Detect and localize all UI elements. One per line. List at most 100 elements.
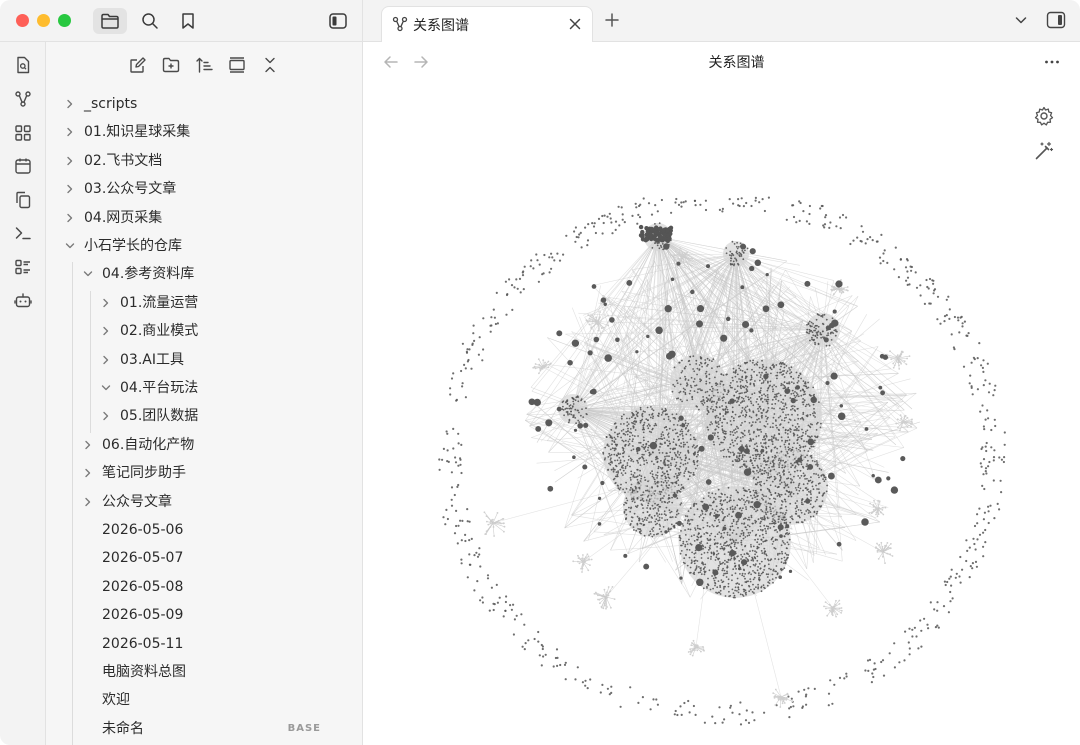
gear-icon[interactable] (1034, 106, 1054, 126)
collapse-all-icon (265, 57, 275, 73)
tab-graph[interactable]: 关系图谱 (381, 6, 593, 43)
tree-item-label: 小石学长的仓库 (84, 238, 182, 254)
maximize-window-button[interactable] (58, 14, 71, 27)
app-window: _scripts 01.知识星球采集 02.飞书文档 03.公众号文章 04.网页采集小… (0, 0, 1080, 745)
tree-folder[interactable]: 02.商业模式 (98, 319, 346, 343)
chevron-right-icon (67, 156, 73, 165)
tree-folder[interactable]: 04.平台玩法 (98, 376, 346, 400)
tree-item-label: 02.商业模式 (120, 323, 199, 340)
tree-file[interactable]: 2026-05-11 (80, 632, 346, 656)
new-folder-icon (162, 57, 180, 73)
collapse-view-icon (229, 57, 245, 73)
close-window-button[interactable] (16, 14, 29, 27)
ribbon-quick-switcher[interactable] (11, 53, 35, 77)
tree-item-label: 笔记同步助手 (102, 465, 186, 482)
bookmark-icon (182, 13, 194, 29)
tree-folder[interactable]: 03.公众号文章 (62, 177, 346, 201)
graph-icon (15, 91, 31, 107)
tree-item-label: 01.知识星球采集 (84, 124, 191, 141)
collapse-all-button[interactable] (257, 52, 283, 78)
folder-icon (101, 13, 119, 29)
tree-file[interactable]: 2026-05-06 (80, 518, 346, 542)
search-icon (142, 13, 158, 29)
chevron-right-icon (67, 213, 73, 222)
indent-guide (72, 262, 73, 745)
explorer-actions (46, 52, 362, 78)
chevron-down-icon (83, 271, 93, 277)
chevron-right-icon (67, 184, 73, 194)
tree-file[interactable]: 2026-05-07 (80, 546, 346, 570)
tree-file[interactable]: 欢迎 (80, 688, 346, 712)
chevron-right-icon (67, 99, 73, 109)
file-type-tag: BASE (287, 722, 321, 734)
right-sidebar-toggle-icon[interactable] (1046, 11, 1066, 29)
ribbon-ai-assistant[interactable] (11, 288, 35, 312)
files-view-button[interactable] (93, 8, 127, 34)
chevron-right-icon (67, 128, 73, 137)
tree-item-label: 04.网页采集 (84, 209, 163, 226)
tree-folder[interactable]: 03.AI工具 (98, 348, 346, 372)
tree-folder[interactable]: 笔记同步助手 (80, 461, 346, 485)
new-note-button[interactable] (125, 52, 151, 78)
tree-folder[interactable]: 05.团队数据 (98, 404, 346, 428)
tree-item-label: 欢迎 (102, 692, 130, 709)
more-options-icon[interactable] (1043, 54, 1061, 70)
chevron-right-icon (85, 440, 91, 449)
auto-reveal-button[interactable] (224, 52, 250, 78)
sort-icon (196, 57, 213, 73)
ribbon-command-palette[interactable] (11, 221, 35, 245)
minimize-window-button[interactable] (37, 14, 50, 27)
tree-item-label: 02.飞书文档 (84, 152, 163, 169)
chevron-down-icon (101, 385, 111, 391)
tree-item-label: 公众号文章 (102, 493, 172, 510)
list-icon (15, 259, 30, 275)
tree-file[interactable]: 电脑资料总图 (80, 660, 346, 684)
tree-item-label: 03.AI工具 (120, 351, 184, 368)
tree-item-label: _scripts (84, 96, 138, 112)
view-header: 关系图谱 (363, 42, 1080, 82)
chevron-right-icon (85, 468, 91, 478)
new-folder-button[interactable] (158, 52, 184, 78)
close-icon[interactable] (568, 17, 582, 31)
chevron-right-icon (103, 326, 109, 336)
ribbon-graph-view[interactable] (11, 87, 35, 111)
sidebar-toggle-icon (329, 13, 347, 29)
tree-folder[interactable]: 04.参考资料库 (80, 262, 346, 286)
tree-file[interactable]: 2026-05-09 (80, 603, 346, 627)
indent-guide (90, 290, 91, 433)
tree-folder[interactable]: 01.知识星球采集 (62, 120, 346, 144)
tree-folder[interactable]: 04.网页采集 (62, 206, 346, 230)
chevron-down-icon[interactable] (1014, 13, 1028, 27)
graph-canvas[interactable] (363, 82, 1080, 745)
tree-item-label: 2026-05-06 (102, 522, 184, 538)
search-view-button[interactable] (133, 8, 167, 34)
tree-item-label: 2026-05-07 (102, 550, 184, 567)
ribbon-daily-note[interactable] (11, 154, 35, 178)
ribbon-templates[interactable] (11, 188, 35, 212)
ribbon-outline[interactable] (11, 255, 35, 279)
tree-file[interactable]: 未命名 BASE (80, 717, 346, 741)
graph-icon (392, 16, 408, 32)
tree-folder[interactable]: 公众号文章 (80, 490, 346, 514)
tree-folder[interactable]: 01.流量运营 (98, 291, 346, 315)
tree-folder[interactable]: 06.自动化产物 (80, 433, 346, 457)
tree-item-label: 05.团队数据 (120, 408, 199, 425)
terminal-icon (15, 227, 31, 240)
tree-folder[interactable]: _scripts (62, 92, 346, 116)
bookmarks-view-button[interactable] (171, 8, 205, 34)
grid-icon (15, 125, 31, 141)
chevron-right-icon (103, 298, 109, 307)
tree-folder[interactable]: 02.飞书文档 (62, 149, 346, 173)
chevron-right-icon (103, 412, 109, 421)
ribbon (0, 42, 46, 745)
tree-file[interactable]: 2026-05-08 (80, 575, 346, 599)
sort-button[interactable] (191, 52, 217, 78)
view-title: 关系图谱 (708, 55, 765, 71)
magic-wand-icon[interactable] (1034, 141, 1054, 161)
tree-folder[interactable]: 小石学长的仓库 (62, 234, 346, 258)
new-tab-icon[interactable] (604, 12, 620, 28)
tree-item-label: 04.平台玩法 (120, 380, 199, 396)
tree-item-label: 01.流量运营 (120, 294, 199, 311)
toggle-left-sidebar-button[interactable] (321, 8, 355, 34)
ribbon-canvas[interactable] (11, 121, 35, 145)
